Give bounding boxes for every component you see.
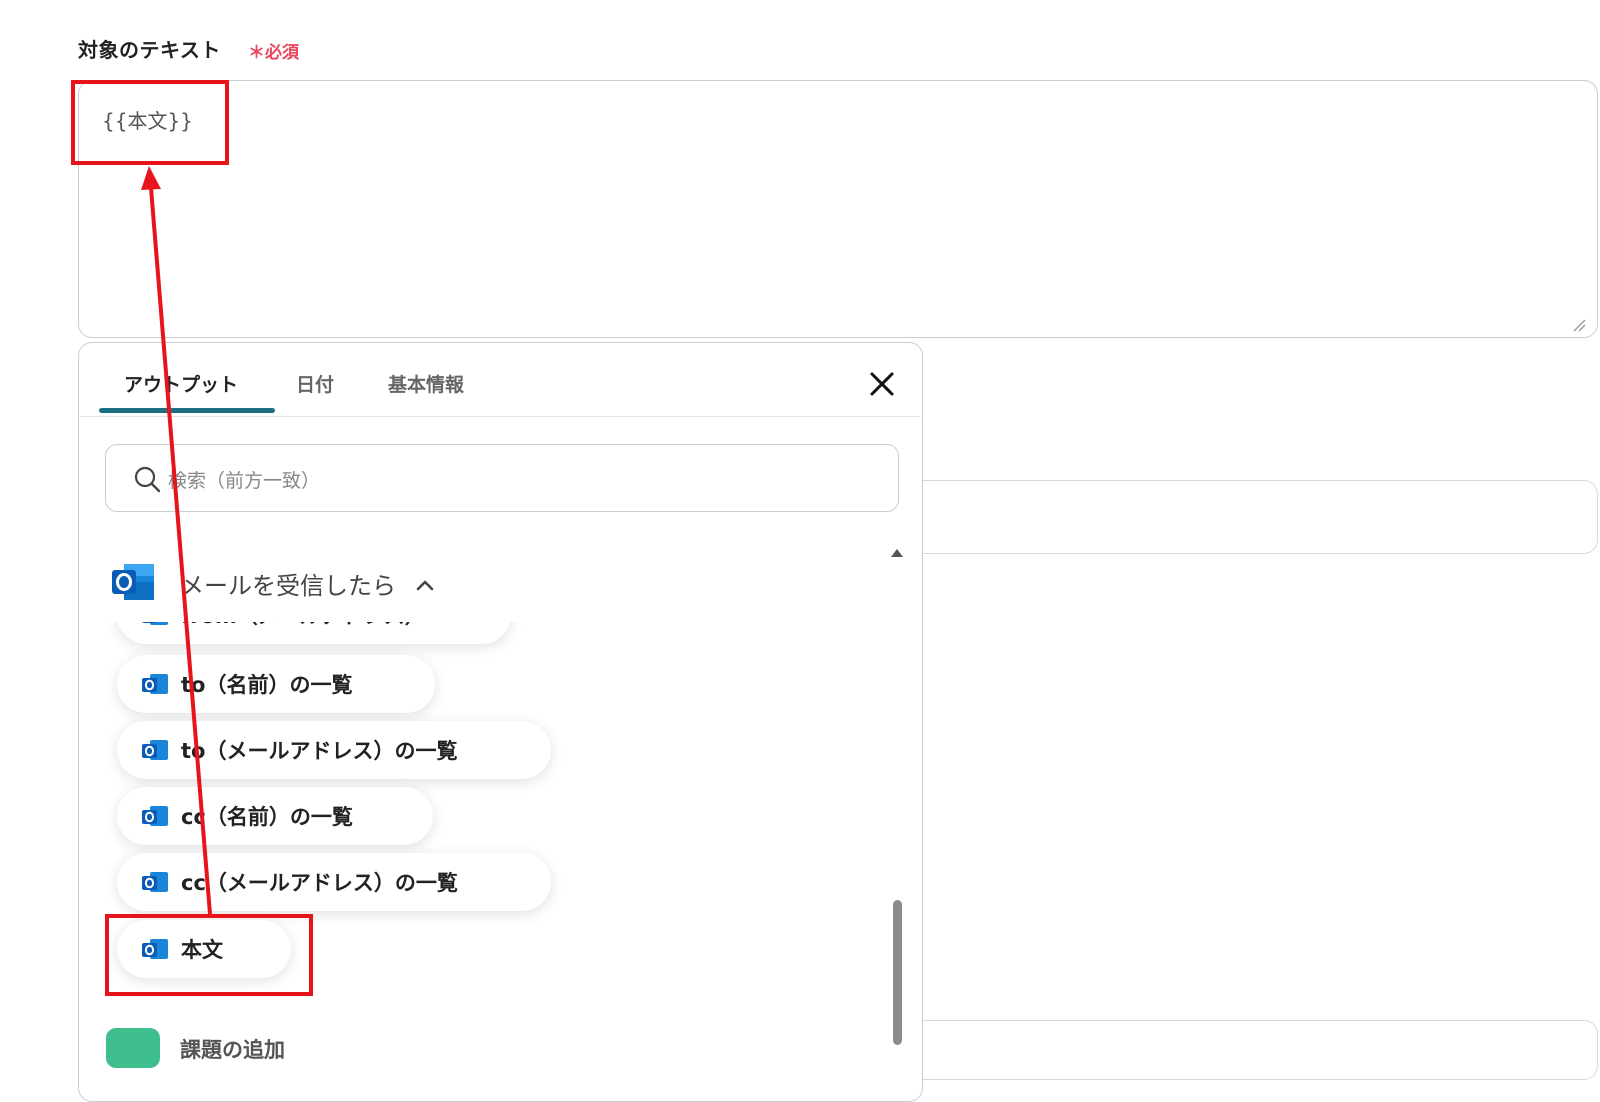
tabs-divider <box>79 416 921 417</box>
list-item-to-address[interactable]: to（メールアドレス）の一覧 <box>117 721 551 779</box>
resize-grip-icon[interactable] <box>1572 318 1586 332</box>
scrollbar-thumb[interactable] <box>893 900 902 1045</box>
background-input-2[interactable] <box>880 1020 1598 1080</box>
list-item-cc-name[interactable]: cc（名前）の一覧 <box>117 787 433 845</box>
chevron-up-icon[interactable] <box>414 574 436 596</box>
scroll-up-arrow-icon[interactable] <box>890 548 904 558</box>
outlook-icon <box>142 674 168 694</box>
list-item-label: cc（名前）の一覧 <box>181 805 353 829</box>
next-section-title[interactable]: 課題の追加 <box>180 1034 285 1064</box>
list-item-label: from（メールアドレス） <box>181 622 426 630</box>
section-title[interactable]: メールを受信したら <box>180 566 396 601</box>
list-item-label: cc（メールアドレス）の一覧 <box>181 871 458 895</box>
required-badge: ＊必須 <box>248 43 299 63</box>
search-icon <box>134 466 161 493</box>
close-icon[interactable] <box>866 368 898 400</box>
list-item-to-name[interactable]: to（名前）の一覧 <box>117 655 435 713</box>
background-input[interactable] <box>880 480 1598 554</box>
list-item-from-address[interactable]: from（メールアドレス） <box>117 622 511 644</box>
field-label: 対象のテキスト <box>78 38 221 62</box>
outlook-icon <box>142 872 168 892</box>
tab-date[interactable]: 日付 <box>296 370 334 397</box>
active-tab-indicator <box>99 408 275 413</box>
target-text-textarea[interactable] <box>78 80 1598 338</box>
outlook-icon <box>142 622 168 625</box>
outlook-icon <box>112 564 154 600</box>
list-item-label: to（メールアドレス）の一覧 <box>181 739 458 763</box>
outlook-icon <box>142 806 168 826</box>
tab-basic-info[interactable]: 基本情報 <box>388 370 464 397</box>
list-item-cc-address[interactable]: cc（メールアドレス）の一覧 <box>117 853 551 911</box>
highlight-box-textarea <box>71 80 229 165</box>
tab-output[interactable]: アウトプット <box>124 370 238 397</box>
search-placeholder: 検索（前方一致） <box>168 470 321 492</box>
list-item-label: to（名前）の一覧 <box>181 673 353 697</box>
task-app-icon <box>106 1028 160 1068</box>
highlight-box-body-item <box>105 914 313 996</box>
outlook-icon <box>142 740 168 760</box>
